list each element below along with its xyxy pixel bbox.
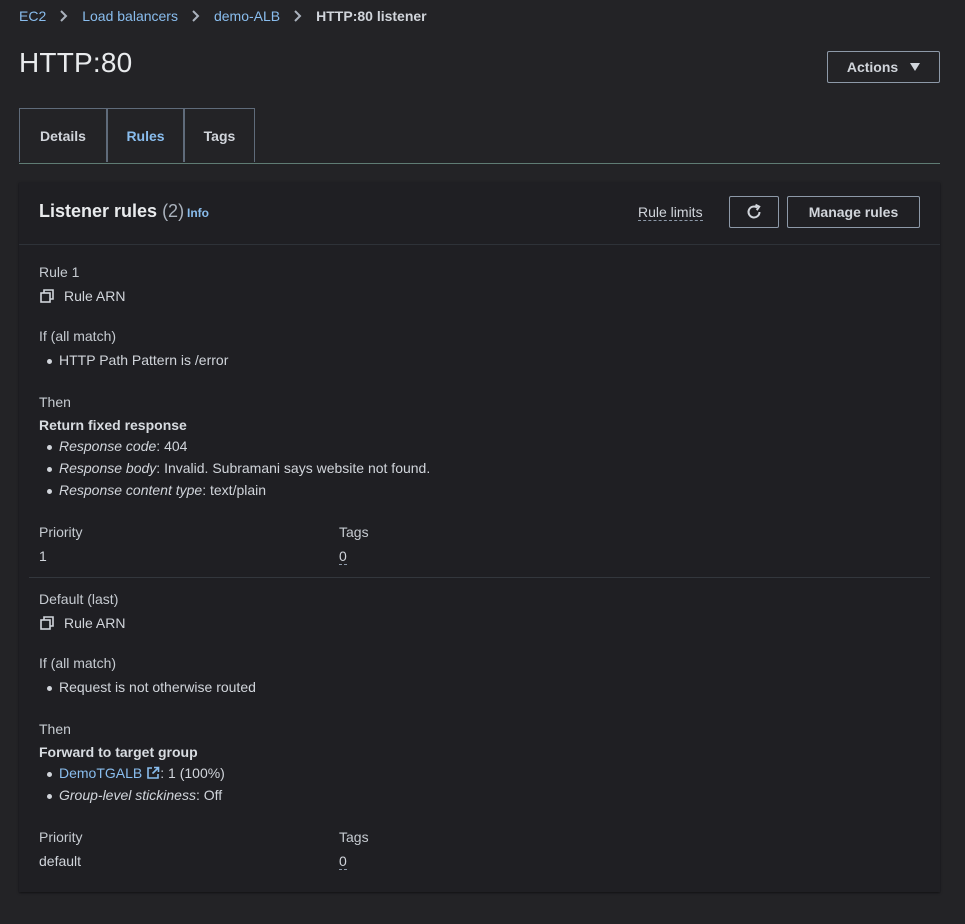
condition-item: HTTP Path Pattern is /error [46, 352, 229, 368]
action-item: Response body: Invalid. Subramani says w… [46, 460, 431, 476]
target-group-item: DemoTGALB : 1 (100%) [47, 765, 225, 781]
actions-button[interactable]: Actions [827, 51, 940, 83]
action-title: Return fixed response [39, 417, 187, 433]
rule-name: Default (last) [39, 591, 119, 607]
tags-count[interactable]: 0 [339, 853, 347, 870]
breadcrumb-demo-alb[interactable]: demo-ALB [214, 8, 280, 24]
condition-item: Request is not otherwise routed [47, 679, 256, 695]
actions-label: Actions [846, 59, 899, 75]
action-title: Forward to target group [39, 744, 198, 760]
tab-tags[interactable]: Tags [184, 108, 255, 162]
panel-title-text: Listener rules [39, 201, 158, 221]
priority-label: Priority [39, 829, 83, 845]
priority-label: Priority [39, 524, 83, 540]
chevron-right-icon [286, 8, 310, 24]
tab-details[interactable]: Details [19, 108, 107, 162]
rule-divider [29, 577, 930, 578]
chevron-right-icon [184, 8, 208, 24]
rule-arn-label: Rule ARN [64, 615, 126, 631]
tags-count[interactable]: 0 [339, 548, 347, 565]
stickiness-key: Group-level stickiness [59, 787, 196, 803]
action-item-value: : Invalid. Subramani says website not fo… [156, 460, 431, 476]
refresh-icon [747, 203, 761, 219]
rule-arn-label: Rule ARN [64, 288, 126, 304]
action-item-value: : text/plain [202, 482, 267, 498]
breadcrumb-current: HTTP:80 listener [316, 8, 427, 24]
condition-heading: If (all match) [39, 655, 117, 671]
copy-icon[interactable] [40, 616, 54, 630]
action-item-key: Response body [59, 460, 157, 476]
chevron-right-icon [52, 8, 76, 24]
caret-down-icon [910, 63, 921, 71]
rule-limits-link[interactable]: Rule limits [638, 204, 703, 221]
action-item-key: Response code [59, 438, 157, 454]
manage-rules-button[interactable]: Manage rules [787, 196, 920, 228]
condition-heading: If (all match) [39, 328, 117, 344]
action-item: Response content type: text/plain [46, 482, 267, 498]
rule-name: Rule 1 [39, 264, 80, 280]
breadcrumb: EC2 Load balancers demo-ALB HTTP:80 list… [19, 8, 427, 24]
listener-rules-panel: Listener rules (2) Info Rule limits Mana… [19, 182, 940, 892]
then-heading: Then [39, 721, 71, 737]
priority-value: default [39, 853, 82, 869]
info-link[interactable]: Info [187, 206, 209, 220]
action-item-key: Response content type [59, 482, 203, 498]
panel-title: Listener rules (2) [39, 201, 184, 222]
target-group-link[interactable]: DemoTGALB [59, 765, 142, 781]
stickiness-item: Group-level stickiness: Off [46, 787, 223, 803]
panel-header: Listener rules (2) Info Rule limits Mana… [19, 182, 940, 245]
priority-value: 1 [39, 548, 47, 564]
external-link-icon[interactable] [146, 766, 160, 780]
action-item: Response code: 404 [46, 438, 188, 454]
then-heading: Then [39, 394, 71, 410]
action-item-value: : 404 [156, 438, 188, 454]
tab-list: Details Rules Tags [19, 108, 940, 164]
tags-label: Tags [339, 524, 369, 540]
tab-rules[interactable]: Rules [107, 108, 184, 162]
tags-label: Tags [339, 829, 369, 845]
copy-icon[interactable] [40, 289, 54, 303]
stickiness-value: : Off [195, 787, 223, 803]
page-title: HTTP:80 [19, 47, 133, 78]
rule-count: (2) [162, 201, 185, 221]
breadcrumb-ec2[interactable]: EC2 [19, 8, 46, 24]
refresh-button[interactable] [729, 196, 779, 228]
breadcrumb-load-balancers[interactable]: Load balancers [82, 8, 178, 24]
target-group-weight: : 1 (100%) [160, 765, 225, 781]
